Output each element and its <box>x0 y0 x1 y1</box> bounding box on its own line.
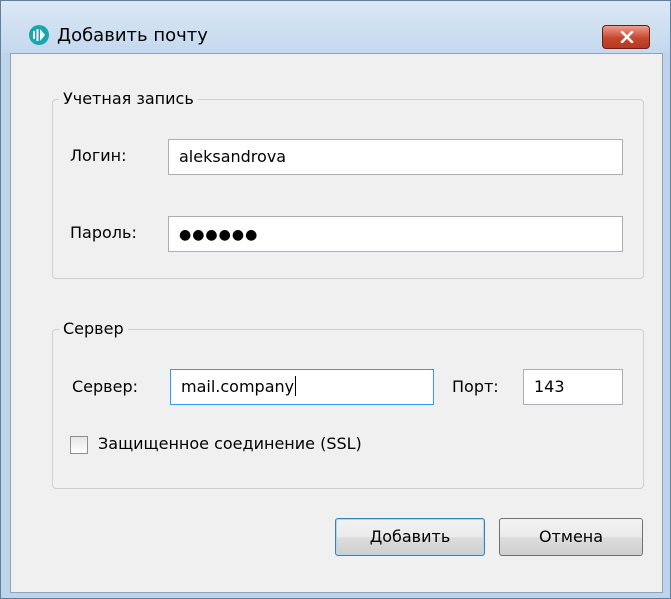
close-button[interactable] <box>602 25 650 49</box>
add-button[interactable]: Добавить <box>335 518 485 556</box>
port-label: Порт: <box>452 377 499 396</box>
password-input[interactable]: ●●●●●● <box>168 216 623 252</box>
server-group: Сервер Сервер: mail.company Порт: 143 За… <box>52 320 644 489</box>
ssl-checkbox[interactable] <box>70 436 88 454</box>
add-mail-dialog: Добавить почту Учетная запись Логин: ale… <box>0 0 671 599</box>
account-group: Учетная запись Логин: aleksandrova Парол… <box>52 90 644 279</box>
login-value: aleksandrova <box>179 147 287 166</box>
window-title: Добавить почту <box>57 25 208 46</box>
title-bar[interactable]: Добавить почту <box>1 1 670 53</box>
login-label: Логин: <box>70 146 127 165</box>
text-caret <box>295 375 297 396</box>
server-label: Сервер: <box>72 377 138 396</box>
app-logo-icon <box>29 25 49 45</box>
server-value: mail.company <box>181 377 295 396</box>
dialog-body: Учетная запись Логин: aleksandrova Парол… <box>10 53 663 593</box>
login-input[interactable]: aleksandrova <box>168 139 623 175</box>
password-label: Пароль: <box>70 223 137 242</box>
account-group-legend: Учетная запись <box>59 90 198 108</box>
ssl-label[interactable]: Защищенное соединение (SSL) <box>98 435 362 453</box>
cancel-button[interactable]: Отмена <box>499 518 643 556</box>
port-value: 143 <box>534 377 565 396</box>
port-input[interactable]: 143 <box>523 369 623 405</box>
password-masked-value: ●●●●●● <box>179 227 259 243</box>
server-group-legend: Сервер <box>59 320 128 338</box>
server-input[interactable]: mail.company <box>170 369 434 405</box>
close-icon <box>620 31 634 43</box>
